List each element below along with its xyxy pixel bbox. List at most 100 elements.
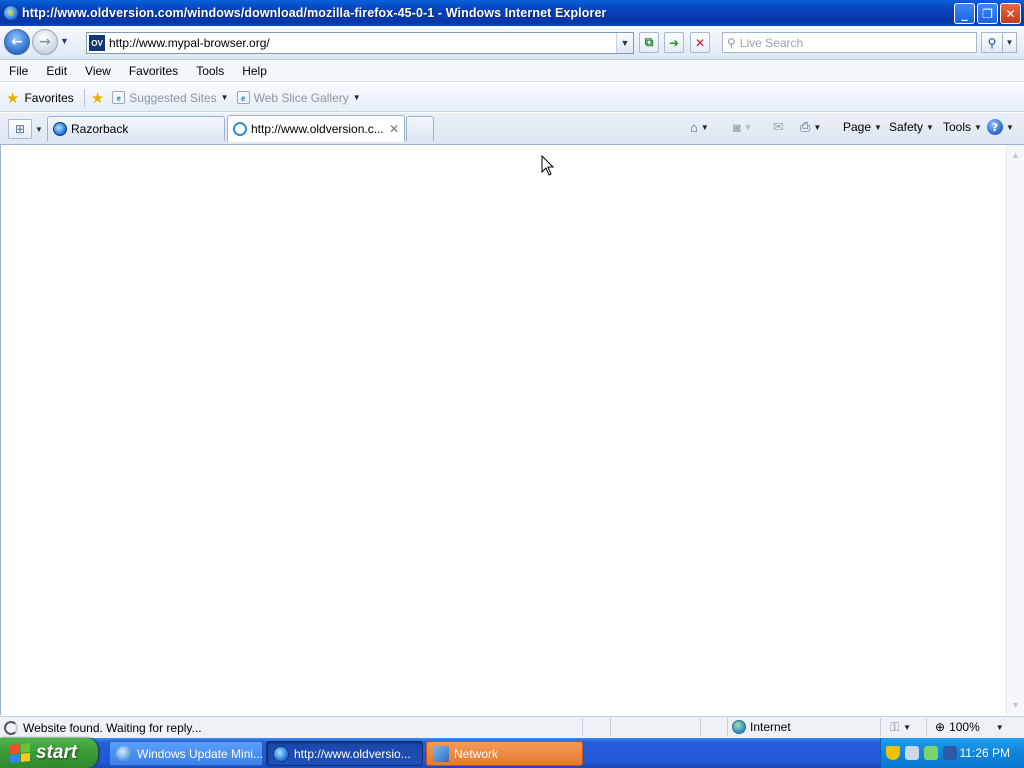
safety-menu-button[interactable]: Safety ▼ bbox=[889, 118, 934, 136]
chevron-down-icon: ▼ bbox=[874, 122, 882, 132]
favorites-bar: ★ Favorites ★ e Suggested Sites ▼ e Web … bbox=[0, 84, 1024, 112]
close-button[interactable]: ✕ bbox=[1000, 3, 1021, 24]
internet-explorer-icon bbox=[273, 745, 289, 762]
ie-page-icon: e bbox=[236, 91, 250, 104]
network-icon bbox=[433, 745, 449, 762]
status-bar: Website found. Waiting for reply... bbox=[0, 716, 1024, 738]
chevron-down-icon: ▼ bbox=[974, 122, 982, 132]
search-input[interactable]: ⚲ Live Search bbox=[722, 32, 977, 53]
magnifier-icon: ⚲ bbox=[987, 35, 997, 50]
mouse-cursor-icon bbox=[541, 155, 555, 176]
menu-edit[interactable]: Edit bbox=[37, 64, 76, 78]
security-shield-icon[interactable] bbox=[886, 746, 900, 760]
new-tab-button[interactable] bbox=[406, 116, 434, 141]
system-tray: 11:26 PM bbox=[880, 738, 1024, 768]
start-button[interactable]: start bbox=[0, 738, 98, 768]
page-content[interactable] bbox=[0, 145, 1006, 715]
arrow-right-icon: → bbox=[39, 34, 51, 50]
home-icon: ⌂ bbox=[690, 119, 698, 135]
globe-icon bbox=[732, 720, 746, 734]
chevron-down-icon: ▼ bbox=[813, 122, 822, 132]
chevron-down-icon: ▼ bbox=[926, 122, 934, 132]
vertical-scrollbar[interactable]: ▲ ▼ bbox=[1006, 145, 1024, 715]
compatibility-view-button[interactable]: ⧉ bbox=[639, 32, 659, 53]
network-connection-icon[interactable] bbox=[924, 746, 938, 760]
arrow-left-icon: ← bbox=[11, 34, 23, 50]
taskbar-item-windows-update[interactable]: Windows Update Mini... bbox=[109, 741, 263, 766]
page-menu-button[interactable]: Page ▼ bbox=[843, 118, 882, 136]
tab-list-dropdown[interactable]: ▼ bbox=[33, 119, 45, 139]
chevron-down-icon: ▼ bbox=[1006, 122, 1014, 132]
restore-button[interactable]: ❐ bbox=[977, 3, 998, 24]
protected-mode-button[interactable]: ⚿ ▼ bbox=[890, 720, 911, 735]
chevron-down-icon: ▼ bbox=[352, 93, 361, 102]
search-button[interactable]: ⚲ bbox=[981, 32, 1003, 53]
print-button[interactable]: ⎙ ▼ bbox=[800, 118, 821, 136]
menu-view[interactable]: View bbox=[76, 64, 120, 78]
tab-razorback[interactable]: Razorback bbox=[47, 116, 225, 141]
minimize-button[interactable]: _ bbox=[954, 3, 975, 24]
stop-button[interactable]: ✕ bbox=[690, 32, 710, 53]
scroll-down-icon[interactable]: ▼ bbox=[1009, 698, 1022, 712]
favorites-star-icon: ★ bbox=[6, 89, 20, 107]
feeds-button[interactable]: ◙ ▼ bbox=[733, 118, 752, 136]
menu-favorites[interactable]: Favorites bbox=[120, 64, 187, 78]
lock-icon: ⚿ bbox=[890, 720, 900, 734]
loading-spinner-icon bbox=[4, 720, 18, 735]
recent-pages-dropdown[interactable]: ▼ bbox=[60, 36, 69, 46]
taskbar-item-network[interactable]: Network bbox=[426, 741, 583, 766]
ie-page-icon bbox=[53, 122, 67, 136]
favorites-button[interactable]: ★ Favorites bbox=[6, 89, 74, 107]
windows-logo-icon bbox=[10, 742, 30, 764]
loading-icon bbox=[233, 122, 247, 136]
divider bbox=[880, 718, 881, 736]
grid-icon: ⊞ bbox=[14, 122, 26, 136]
divider bbox=[700, 718, 701, 736]
printer-icon: ⎙ bbox=[800, 119, 811, 134]
security-zone[interactable]: Internet bbox=[732, 720, 791, 734]
web-slice-gallery-link[interactable]: e Web Slice Gallery ▼ bbox=[236, 91, 361, 105]
menu-help[interactable]: Help bbox=[233, 64, 276, 78]
chevron-down-icon: ▼ bbox=[743, 122, 752, 132]
address-input[interactable]: http://www.mypal-browser.org/ bbox=[109, 36, 270, 50]
close-tab-icon[interactable]: ✕ bbox=[389, 122, 399, 136]
compatibility-icon: ⧉ bbox=[644, 35, 654, 49]
back-button[interactable]: ← bbox=[4, 29, 30, 55]
search-options-dropdown[interactable]: ▼ bbox=[1003, 32, 1017, 53]
network-status-icon[interactable] bbox=[905, 746, 919, 760]
go-arrow-icon: ➜ bbox=[668, 35, 680, 50]
divider bbox=[926, 718, 927, 736]
home-button[interactable]: ⌂ ▼ bbox=[690, 118, 709, 136]
title-bar: e http://www.oldversion.com/windows/down… bbox=[0, 0, 1024, 26]
address-dropdown-button[interactable]: ▼ bbox=[616, 33, 633, 53]
search-placeholder: Live Search bbox=[739, 35, 804, 50]
help-icon: ? bbox=[987, 119, 1003, 135]
taskbar-item-internet-explorer[interactable]: http://www.oldversio... bbox=[266, 741, 423, 766]
quick-tabs-button[interactable]: ⊞ bbox=[8, 119, 32, 139]
menu-bar: File Edit View Favorites Tools Help bbox=[0, 61, 1024, 82]
rss-icon: ◙ bbox=[733, 119, 741, 135]
menu-file[interactable]: File bbox=[0, 64, 37, 78]
divider bbox=[727, 718, 728, 736]
divider bbox=[83, 88, 85, 107]
zoom-level-button[interactable]: ⊕ 100% ▼ bbox=[935, 720, 1004, 734]
forward-button[interactable]: → bbox=[32, 29, 58, 55]
mail-icon: ✉ bbox=[773, 119, 784, 134]
help-menu-button[interactable]: ? ▼ bbox=[987, 118, 1014, 136]
read-mail-button[interactable]: ✉ bbox=[773, 118, 784, 136]
chevron-down-icon: ▼ bbox=[903, 723, 912, 732]
chevron-down-icon: ▼ bbox=[700, 122, 709, 132]
tools-menu-button[interactable]: Tools ▼ bbox=[943, 118, 982, 136]
tab-oldversion[interactable]: http://www.oldversion.c... ✕ bbox=[227, 115, 405, 142]
search-icon: ⚲ bbox=[727, 35, 736, 50]
suggested-sites-link[interactable]: e Suggested Sites ▼ bbox=[112, 91, 229, 105]
menu-tools[interactable]: Tools bbox=[187, 64, 233, 78]
go-button[interactable]: ➜ bbox=[664, 32, 684, 53]
volume-icon[interactable] bbox=[943, 746, 957, 760]
windows-update-icon bbox=[116, 745, 132, 762]
add-to-favorites-bar-icon[interactable]: ★ bbox=[91, 89, 104, 107]
ie-page-icon: e bbox=[112, 91, 126, 104]
address-bar[interactable]: OV http://www.mypal-browser.org/ ▼ bbox=[86, 32, 634, 54]
scroll-up-icon[interactable]: ▲ bbox=[1009, 148, 1022, 162]
internet-explorer-icon: e bbox=[3, 5, 19, 21]
